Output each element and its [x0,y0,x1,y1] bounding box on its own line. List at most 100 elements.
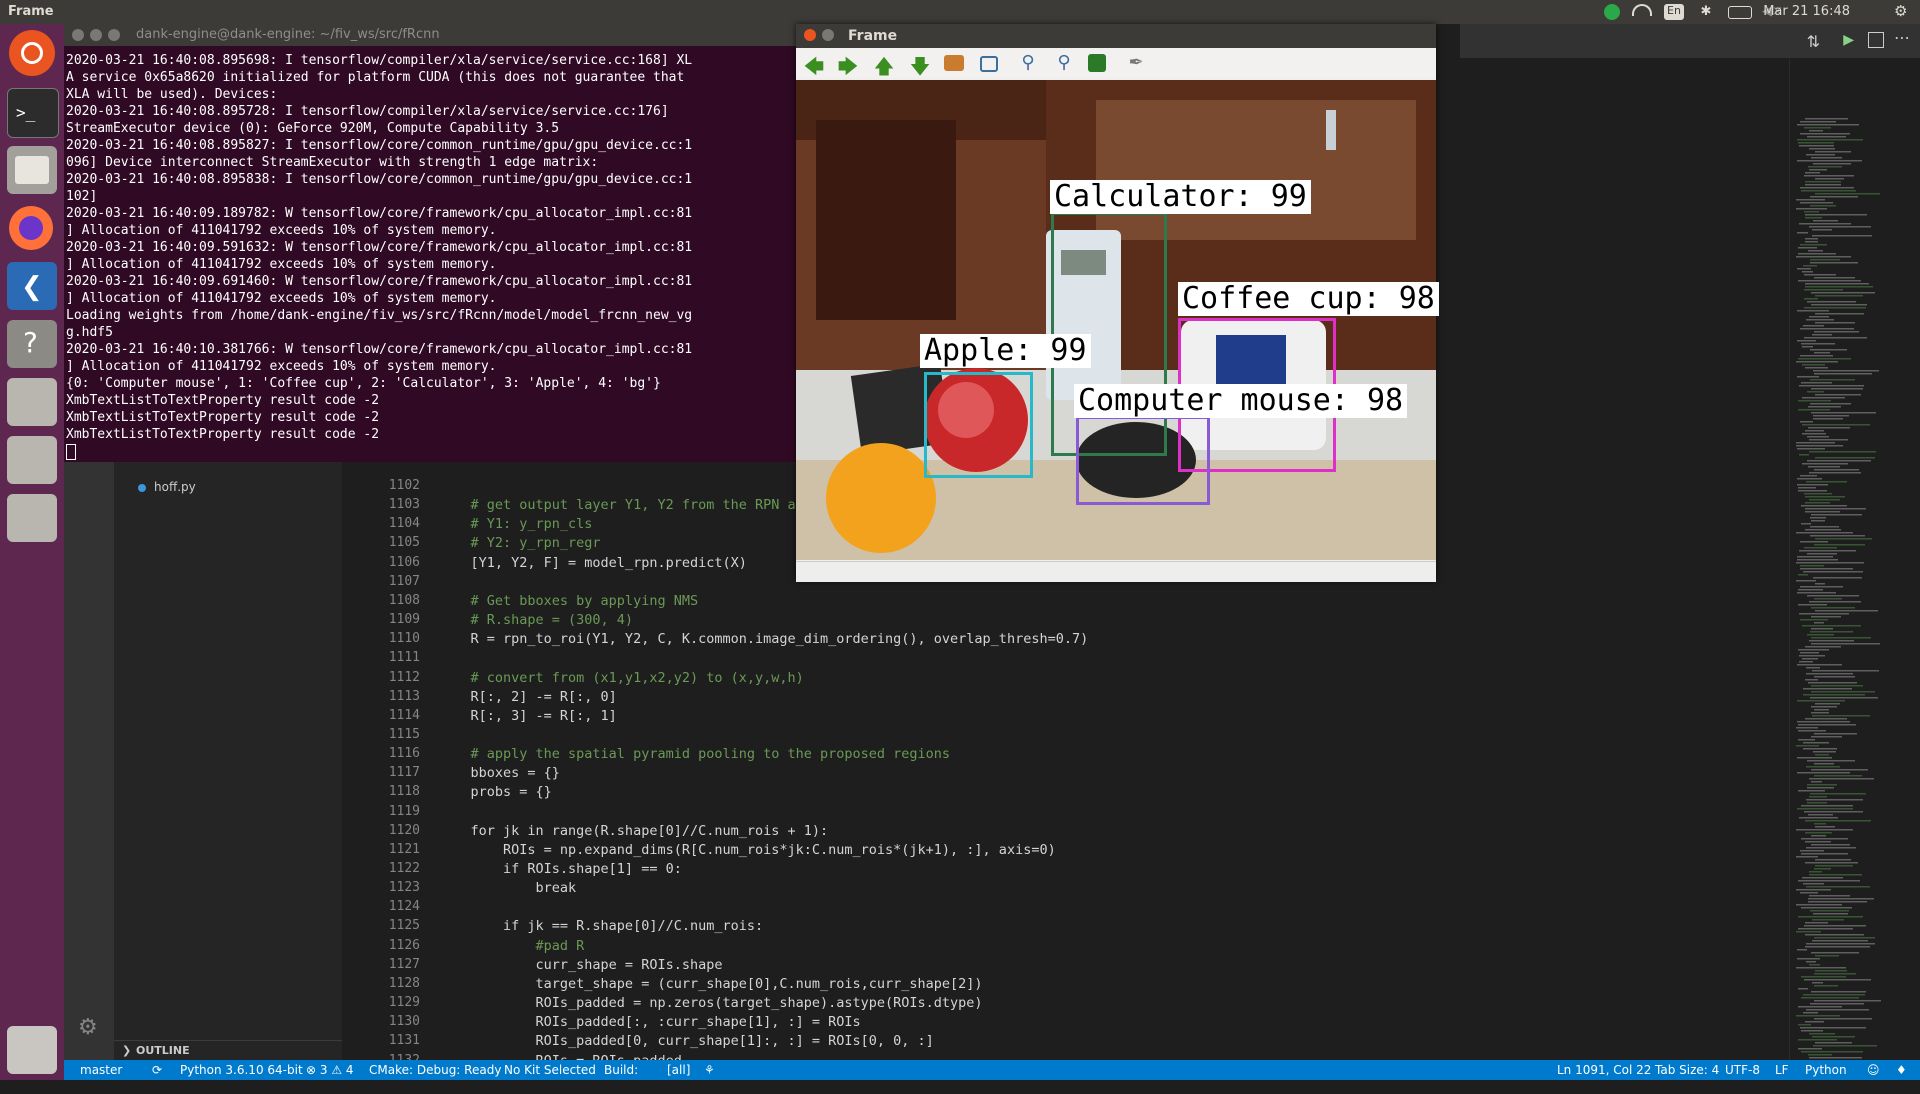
code-line[interactable]: # Get bboxes by applying NMS [438,593,699,609]
code-line[interactable]: if ROIs.shape[1] == 0: [438,861,682,877]
terminal-line: ] Allocation of 411041792 exceeds 10% of… [66,359,497,374]
file-item[interactable]: hoff.py [154,480,196,494]
minimize-icon[interactable] [822,29,834,41]
terminal-line: 096] Device interconnect StreamExecutor … [66,155,599,170]
calculator-label: Calculator: 99 [1050,180,1311,214]
trash-icon[interactable] [7,1026,57,1074]
vscode-icon[interactable]: ❮ [7,262,57,310]
camera-image[interactable]: Calculator: 99 Coffee cup: 98 Apple: 99 … [796,80,1439,560]
chevron-right-icon[interactable]: ❯ [122,1044,131,1057]
code-line[interactable]: R[:, 3] -= R[:, 1] [438,708,617,724]
frame-titlebar[interactable]: Frame [796,24,1436,48]
code-line[interactable]: ROIs = np.expand_dims(R[C.num_rois*jk:C.… [438,842,1056,858]
help-icon[interactable]: ? [7,320,57,368]
code-line[interactable]: bboxes = {} [438,765,560,781]
code-line[interactable]: break [438,880,577,896]
terminal-line: 2020-03-21 16:40:08.895698: I tensorflow… [66,53,693,68]
battery-icon[interactable] [1728,6,1752,19]
code-line[interactable]: ROIs_padded[0, curr_shape[1]:, :] = ROIs… [438,1033,934,1049]
terminal-window[interactable]: dank-engine@dank-engine: ~/fiv_ws/src/fR… [64,24,799,462]
gear-icon[interactable]: ⚙ [1894,2,1910,20]
language-indicator[interactable]: En [1664,4,1684,20]
code-line[interactable]: R[:, 2] -= R[:, 0] [438,689,617,705]
line-number: 1125 [388,918,420,934]
line-number: 1130 [388,1014,420,1030]
image-icon[interactable] [944,55,964,71]
outline-section[interactable]: OUTLINE [136,1044,190,1057]
wifi-icon[interactable] [1632,4,1652,16]
code-line[interactable]: ROIs_padded = np.zeros(target_shape).ast… [438,995,983,1011]
minimap[interactable] [1789,58,1920,1060]
ubuntu-logo-icon[interactable] [9,30,55,76]
close-icon[interactable] [804,29,816,41]
drive-icon[interactable] [7,378,57,426]
drive-icon[interactable] [7,436,57,484]
clock[interactable]: Mar 21 16:48 [1763,4,1850,19]
python-interpreter[interactable]: Python 3.6.10 64-bit [180,1063,303,1077]
code-line[interactable]: ROIs_padded[:, :curr_shape[1], :] = ROIs [438,1014,861,1030]
code-line[interactable]: # Y1: y_rpn_cls [438,516,593,532]
bluetooth-icon[interactable]: ✱ [1698,4,1714,20]
cursor-position[interactable]: Ln 1091, Col 22 [1557,1063,1651,1077]
zoom-fit-icon[interactable] [980,56,998,72]
maximize-icon[interactable] [108,29,120,41]
code-line[interactable]: curr_shape = ROIs.shape [438,957,723,973]
line-number: 1123 [388,880,420,896]
terminal-output[interactable]: 2020-03-21 16:40:08.895698: I tensorflow… [66,52,796,460]
code-line[interactable]: [Y1, Y2, F] = model_rpn.predict(X) [438,555,747,571]
code-line[interactable]: # get output layer Y1, Y2 from the RPN a… [438,497,812,513]
encoding[interactable]: UTF-8 [1725,1063,1760,1077]
line-ending[interactable]: LF [1775,1063,1789,1077]
arrow-up-icon[interactable]: 🡅 [872,52,896,78]
more-actions-icon[interactable]: ⋯ [1894,28,1910,47]
cmake-status[interactable]: CMake: Debug: Ready [369,1063,501,1077]
sync-icon[interactable]: ⟳ [152,1063,162,1077]
firefox-icon[interactable] [7,204,57,252]
arrow-right-icon[interactable]: 🡆 [836,52,860,78]
arrow-left-icon[interactable]: 🡄 [802,52,826,78]
brush-icon[interactable]: ✒ [1124,52,1148,74]
code-line[interactable]: # R.shape = (300, 4) [438,612,634,628]
bell-icon[interactable]: ♦ [1896,1063,1907,1077]
code-line[interactable]: if jk == R.shape[0]//C.num_rois: [438,918,763,934]
zoom-in-icon[interactable]: ⚲ [1016,52,1040,74]
problems-count[interactable]: ⊗ 3 ⚠ 4 [306,1063,354,1077]
terminal-titlebar[interactable]: dank-engine@dank-engine: ~/fiv_ws/src/fR… [64,24,799,46]
code-line[interactable]: # convert from (x1,y1,x2,y2) to (x,y,w,h… [438,670,804,686]
build-target[interactable]: [all] [667,1063,690,1077]
files-icon[interactable] [7,146,57,194]
minimize-icon[interactable] [90,29,102,41]
code-line[interactable]: for jk in range(R.shape[0]//C.num_rois +… [438,823,829,839]
settings-gear-icon[interactable]: ⚙ [78,1015,98,1040]
arrow-down-icon[interactable]: 🡇 [908,52,932,78]
code-line[interactable]: #pad R [438,938,585,954]
code-line[interactable]: R = rpn_to_roi(Y1, Y2, C, K.common.image… [438,631,1089,647]
language-mode[interactable]: Python [1805,1063,1847,1077]
frame-window[interactable]: Frame 🡄 🡆 🡅 🡇 ⚲ ⚲ ✒ Calculator: 99 Coffe… [796,24,1439,582]
drive-icon[interactable] [7,494,57,542]
code-line[interactable]: probs = {} [438,784,552,800]
git-branch[interactable]: master [80,1063,122,1077]
computer-mouse-label: Computer mouse: 98 [1074,384,1408,418]
code-line[interactable]: # apply the spatial pyramid pooling to t… [438,746,951,762]
line-number: 1106 [388,554,420,570]
feedback-icon[interactable]: ☺ [1867,1063,1880,1077]
build-button[interactable]: Build: [604,1063,638,1077]
bluetooth-active-icon[interactable] [1604,4,1620,20]
debug-bug-icon[interactable]: ⚘ [704,1063,715,1077]
code-line[interactable]: target_shape = (curr_shape[0],C.num_rois… [438,976,983,992]
diff-icon[interactable]: ⇅ [1807,32,1820,51]
line-number: 1114 [388,707,420,723]
terminal-icon[interactable]: >_ [7,88,59,138]
kit-selector[interactable]: No Kit Selected [504,1063,596,1077]
close-icon[interactable] [72,29,84,41]
zoom-out-icon[interactable]: ⚲ [1052,52,1076,74]
line-number: 1115 [388,726,420,742]
run-icon[interactable]: ▶ [1843,32,1854,48]
split-editor-icon[interactable] [1868,32,1884,48]
line-number: 1122 [388,861,420,876]
save-icon[interactable] [1088,54,1106,72]
line-number: 1120 [388,822,420,838]
tab-size[interactable]: Tab Size: 4 [1655,1063,1719,1077]
code-line[interactable]: # Y2: y_rpn_regr [438,535,601,551]
